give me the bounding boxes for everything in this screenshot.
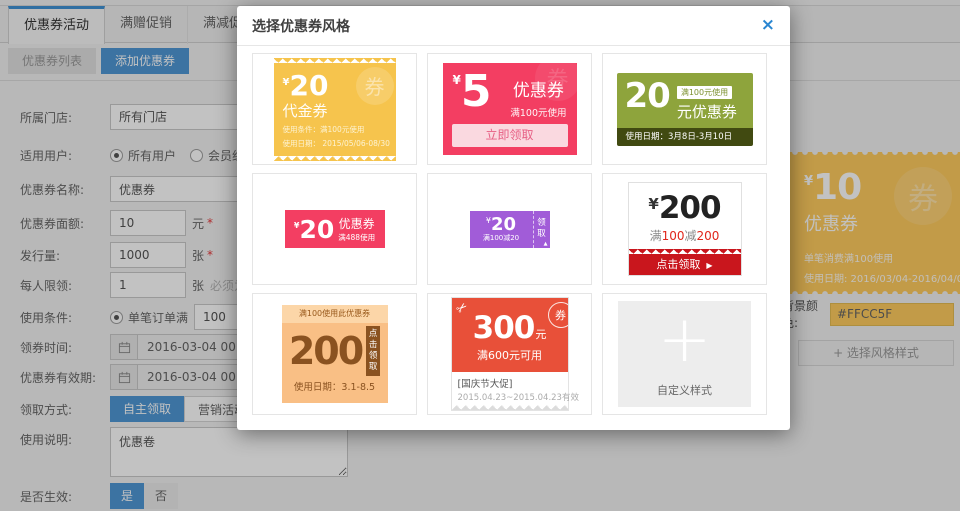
- zigzag-edge: [452, 405, 568, 410]
- amount-value: 20: [491, 214, 516, 235]
- zigzag-edge: [274, 156, 396, 161]
- coupon-template: ¥5 优惠券 满100元使用 立即领取 券: [443, 63, 577, 155]
- condition-number: 200: [697, 229, 720, 243]
- amount-value: 20: [289, 69, 328, 102]
- modal-header: 选择优惠券风格 ×: [237, 6, 790, 46]
- coupon-name: 元优惠券: [677, 101, 737, 122]
- coupon-style-card-pink[interactable]: ¥5 优惠券 满100元使用 立即领取 券: [427, 53, 592, 165]
- coupon-watermark: 券: [356, 67, 394, 105]
- coupon-style-card-purple[interactable]: ¥20 满100减20 领取 ▲: [427, 173, 592, 285]
- coupon-condition: 满488使用: [338, 232, 375, 243]
- coupon-style-card-red-300[interactable]: ✂ 券 300元 满600元可用 [国庆节大促] 2015.04.23~2015…: [427, 293, 592, 415]
- condition-number: 100: [662, 229, 685, 243]
- coupon-style-card-olive[interactable]: 20 满100元使用 元优惠券 使用日期：3月8日-3月10日: [602, 53, 767, 165]
- condition-text: 减: [685, 229, 697, 243]
- coupon-condition: 满100元使用: [510, 105, 566, 119]
- coupon-style-modal: 选择优惠券风格 × ¥20 代金券 使用条件：满100元使用 使用日期： 201…: [237, 6, 790, 430]
- click-claim-button[interactable]: 点击领取: [366, 326, 380, 376]
- coupon-style-card-orange[interactable]: 满100使用此优惠券 200 点击领取 使用日期：3.1-8.5: [252, 293, 417, 415]
- arrow-up-icon: ▲: [544, 241, 548, 247]
- custom-style-tile: + 自定义样式: [618, 301, 751, 407]
- coupon-style-card-yellow[interactable]: ¥20 代金券 使用条件：满100元使用 使用日期： 2015/05/06-08…: [252, 53, 417, 165]
- watermark-char: 券: [555, 307, 566, 323]
- coupon-condition-badge: 满100元使用: [677, 86, 732, 99]
- screen: 优惠券活动 满赠促销 满减促销 抢购促销 优惠券列表 添加优惠券 所属门店: 所…: [0, 0, 960, 511]
- zigzag-edge: [282, 398, 388, 403]
- coupon-condition: 满100减20: [470, 233, 533, 243]
- amount-value: 20: [625, 80, 670, 112]
- click-claim-button[interactable]: 点击领取 ▶: [629, 254, 741, 275]
- currency-symbol: ¥: [648, 195, 658, 213]
- amount-value: 200: [289, 332, 362, 370]
- coupon-template: ¥200 满100减200 点击领取▶: [628, 182, 742, 276]
- condition-text: 满: [650, 229, 662, 243]
- amount-value: 20: [299, 215, 334, 244]
- coupon-date: 使用日期：3月8日-3月10日: [617, 128, 753, 146]
- coupon-condition: 满100使用此优惠券: [282, 305, 388, 323]
- watermark-char: 券: [365, 71, 385, 100]
- coupon-condition: 满600元可用: [458, 347, 562, 363]
- coupon-template: 满100使用此优惠券 200 点击领取 使用日期：3.1-8.5: [282, 305, 388, 403]
- coupon-template: ¥20 代金券 使用条件：满100元使用 使用日期： 2015/05/06-08…: [274, 58, 396, 161]
- coupon-style-card-red-band[interactable]: ¥20 优惠券 满488使用: [252, 173, 417, 285]
- coupon-template: ¥20 优惠券 满488使用: [285, 210, 385, 248]
- custom-style-label: 自定义样式: [618, 382, 751, 398]
- coupon-style-card-custom[interactable]: + 自定义样式: [602, 293, 767, 415]
- watermark-char: 券: [546, 63, 568, 94]
- coupon-style-grid: ¥20 代金券 使用条件：满100元使用 使用日期： 2015/05/06-08…: [252, 53, 767, 415]
- button-label: 点击领取: [368, 329, 378, 373]
- plus-icon: +: [618, 301, 751, 379]
- close-icon[interactable]: ×: [761, 17, 775, 34]
- amount-unit: 元: [535, 328, 546, 341]
- arrow-right-icon: ▶: [706, 261, 712, 270]
- coupon-title: [国庆节大促]: [458, 376, 562, 390]
- modal-title: 选择优惠券风格: [252, 16, 761, 36]
- coupon-template: 20 满100元使用 元优惠券 使用日期：3月8日-3月10日: [617, 73, 753, 146]
- coupon-name: 优惠券: [338, 215, 375, 232]
- amount-value: 200: [659, 190, 721, 226]
- claim-button[interactable]: 领取: [537, 218, 546, 239]
- coupon-date: 使用日期： 2015/05/06-08/30: [283, 138, 387, 149]
- claim-now-button[interactable]: 立即领取: [452, 124, 568, 147]
- amount-value: 5: [461, 66, 492, 117]
- coupon-template: ¥20 满100减20 领取 ▲: [470, 211, 550, 248]
- coupon-condition: 满100减200: [629, 227, 741, 244]
- coupon-date: 使用日期：3.1-8.5: [282, 376, 388, 398]
- currency-symbol: ¥: [453, 73, 461, 87]
- coupon-condition: 使用条件：满100元使用: [283, 124, 387, 135]
- amount-value: 300: [473, 310, 535, 346]
- coupon-date: 2015.04.23~2015.04.23有效: [458, 391, 562, 403]
- coupon-style-card-white-200[interactable]: ¥200 满100减200 点击领取▶: [602, 173, 767, 285]
- button-label: 点击领取: [656, 258, 700, 271]
- coupon-template: ✂ 券 300元 满600元可用 [国庆节大促] 2015.04.23~2015…: [451, 297, 569, 411]
